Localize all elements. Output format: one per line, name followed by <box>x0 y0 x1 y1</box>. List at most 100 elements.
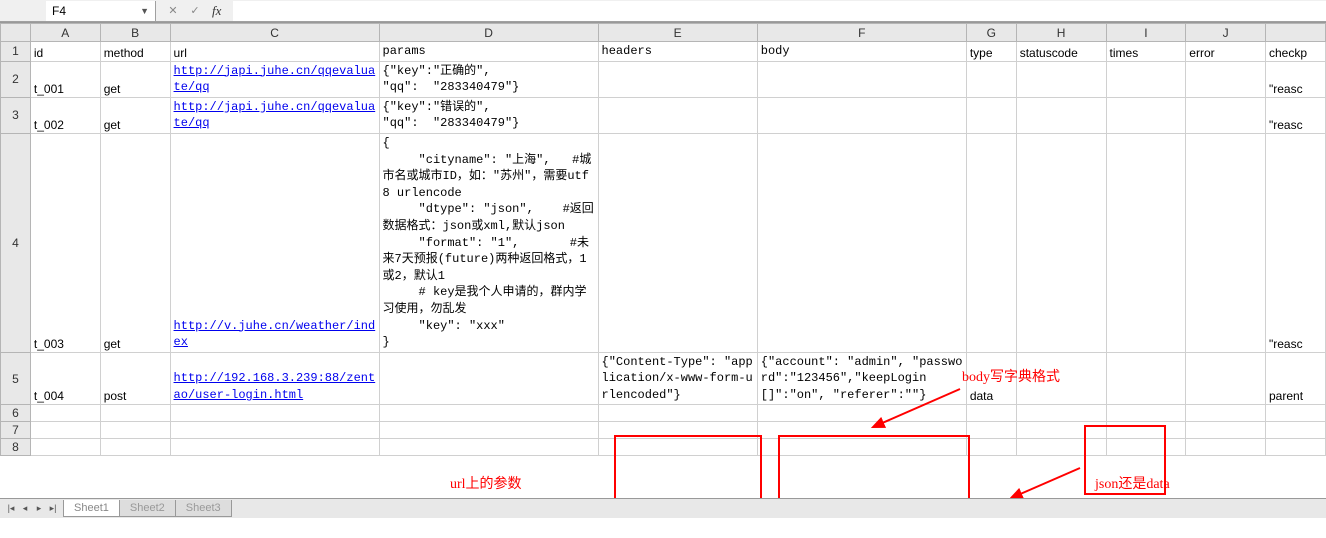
cell[interactable] <box>1186 439 1266 456</box>
cell[interactable] <box>966 97 1016 133</box>
cell[interactable] <box>1016 422 1106 439</box>
formula-input[interactable] <box>233 1 1326 21</box>
cell[interactable]: "reasc <box>1266 133 1326 352</box>
cell[interactable] <box>757 422 966 439</box>
sheet-tab-1[interactable]: Sheet1 <box>63 500 120 517</box>
cell[interactable]: { "cityname": "上海", #城市名或城市ID，如："苏州"，需要u… <box>379 133 598 352</box>
cell[interactable] <box>30 405 100 422</box>
cell[interactable]: get <box>100 97 170 133</box>
cell[interactable]: "reasc <box>1266 61 1326 97</box>
name-dropdown-icon[interactable]: ▼ <box>140 1 149 21</box>
cell[interactable] <box>1106 352 1186 405</box>
cell[interactable] <box>598 439 757 456</box>
cell[interactable]: data <box>966 352 1016 405</box>
cell[interactable]: http://japi.juhe.cn/qqevaluate/qq <box>170 97 379 133</box>
cancel-icon[interactable]: ✕ <box>164 4 182 17</box>
cell[interactable] <box>1016 61 1106 97</box>
cell[interactable] <box>1016 405 1106 422</box>
cell[interactable]: url <box>170 42 379 62</box>
cell[interactable] <box>1106 61 1186 97</box>
fx-icon[interactable]: fx <box>208 3 225 19</box>
cell[interactable] <box>966 405 1016 422</box>
cell[interactable]: http://v.juhe.cn/weather/index <box>170 133 379 352</box>
cell[interactable]: {"key":"错误的", "qq": "283340479"} <box>379 97 598 133</box>
cell[interactable]: times <box>1106 42 1186 62</box>
cell[interactable] <box>379 405 598 422</box>
cell[interactable]: get <box>100 133 170 352</box>
tab-nav-prev-icon[interactable]: ◂ <box>18 503 32 514</box>
name-box[interactable]: F4 ▼ <box>46 1 156 21</box>
col-header[interactable]: I <box>1106 24 1186 42</box>
cell[interactable]: method <box>100 42 170 62</box>
cell[interactable] <box>757 133 966 352</box>
cell[interactable]: error <box>1186 42 1266 62</box>
cell[interactable]: id <box>30 42 100 62</box>
cell[interactable] <box>1266 439 1326 456</box>
cell[interactable] <box>170 439 379 456</box>
cell[interactable] <box>966 133 1016 352</box>
cell[interactable] <box>170 405 379 422</box>
cell[interactable] <box>1106 422 1186 439</box>
row-header[interactable]: 5 <box>1 352 31 405</box>
cell[interactable] <box>1186 352 1266 405</box>
cell[interactable] <box>100 405 170 422</box>
row-header[interactable]: 2 <box>1 61 31 97</box>
cell[interactable] <box>1186 405 1266 422</box>
col-header[interactable]: F <box>757 24 966 42</box>
cell[interactable]: t_002 <box>30 97 100 133</box>
cell[interactable] <box>757 61 966 97</box>
row-header[interactable]: 1 <box>1 42 31 62</box>
row-header[interactable]: 3 <box>1 97 31 133</box>
cell[interactable] <box>100 439 170 456</box>
cell[interactable] <box>1186 422 1266 439</box>
cell[interactable] <box>598 133 757 352</box>
cell[interactable] <box>1016 97 1106 133</box>
col-header[interactable] <box>1 24 31 42</box>
cell[interactable] <box>170 422 379 439</box>
cell[interactable] <box>966 61 1016 97</box>
tab-nav-next-icon[interactable]: ▸ <box>32 503 46 514</box>
row-header[interactable]: 6 <box>1 405 31 422</box>
cell[interactable] <box>1016 133 1106 352</box>
url-link[interactable]: http://v.juhe.cn/weather/index <box>174 319 376 350</box>
spreadsheet-grid[interactable]: ABCDEFGHIJ1idmethodurlparamsheadersbodyt… <box>0 22 1326 518</box>
cell[interactable]: parent <box>1266 352 1326 405</box>
cell[interactable] <box>1106 97 1186 133</box>
tab-nav-last-icon[interactable]: ▸| <box>46 503 60 514</box>
cell[interactable] <box>30 422 100 439</box>
cell[interactable] <box>757 439 966 456</box>
cell[interactable]: checkp <box>1266 42 1326 62</box>
url-link[interactable]: http://japi.juhe.cn/qqevaluate/qq <box>174 100 376 131</box>
col-header[interactable]: E <box>598 24 757 42</box>
cell[interactable]: t_001 <box>30 61 100 97</box>
cell[interactable] <box>1266 405 1326 422</box>
sheet-tab-2[interactable]: Sheet2 <box>119 500 176 517</box>
cell[interactable] <box>1016 352 1106 405</box>
cell[interactable]: t_003 <box>30 133 100 352</box>
cell[interactable] <box>598 405 757 422</box>
url-link[interactable]: http://japi.juhe.cn/qqevaluate/qq <box>174 64 376 95</box>
cell[interactable] <box>1266 422 1326 439</box>
cell[interactable]: {"account": "admin", "password":"123456"… <box>757 352 966 405</box>
row-header[interactable]: 8 <box>1 439 31 456</box>
col-header[interactable] <box>1266 24 1326 42</box>
cell[interactable]: {"key":"正确的", "qq": "283340479"} <box>379 61 598 97</box>
col-header[interactable]: J <box>1186 24 1266 42</box>
cell[interactable] <box>598 97 757 133</box>
cell[interactable] <box>757 97 966 133</box>
cell[interactable] <box>1106 405 1186 422</box>
col-header[interactable]: A <box>30 24 100 42</box>
cell[interactable] <box>379 352 598 405</box>
cell[interactable] <box>598 61 757 97</box>
cell[interactable] <box>379 422 598 439</box>
cell[interactable]: post <box>100 352 170 405</box>
cell[interactable] <box>1106 133 1186 352</box>
cell[interactable]: params <box>379 42 598 62</box>
cell[interactable] <box>757 405 966 422</box>
cell[interactable]: type <box>966 42 1016 62</box>
cell[interactable] <box>1106 439 1186 456</box>
tab-nav-first-icon[interactable]: |◂ <box>4 503 18 514</box>
cell[interactable]: http://192.168.3.239:88/zentao/user-logi… <box>170 352 379 405</box>
cell[interactable]: http://japi.juhe.cn/qqevaluate/qq <box>170 61 379 97</box>
cell[interactable]: "reasc <box>1266 97 1326 133</box>
